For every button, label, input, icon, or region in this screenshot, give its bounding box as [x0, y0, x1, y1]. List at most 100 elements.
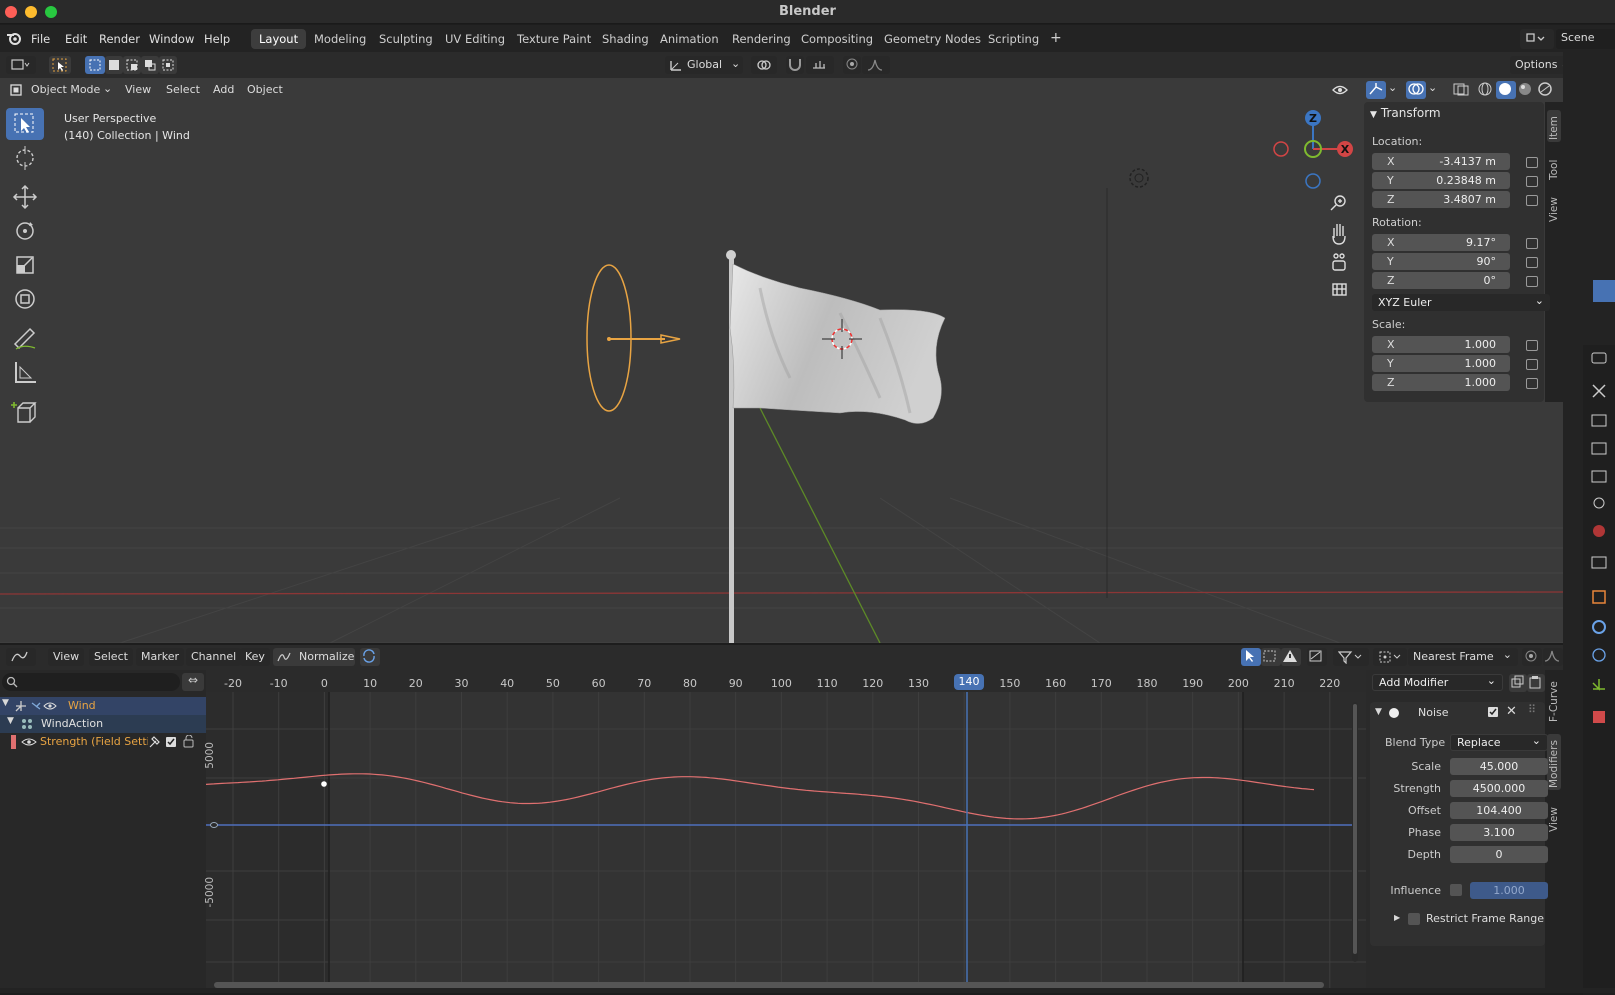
- editor-type-button[interactable]: [6, 56, 36, 74]
- show-hidden-toggle[interactable]: [1261, 648, 1281, 666]
- wrench-icon[interactable]: [1592, 384, 1606, 398]
- noise-depth-field[interactable]: 0: [1450, 846, 1548, 863]
- pivot-dropdown[interactable]: [1373, 648, 1407, 666]
- camera-view-icon[interactable]: [1332, 253, 1346, 271]
- render-icon[interactable]: [1591, 414, 1607, 427]
- viewport-menu-select[interactable]: Select: [161, 81, 205, 99]
- mode-intersect-button[interactable]: [159, 56, 177, 74]
- workspace-tab-texture-paint[interactable]: Texture Paint: [509, 29, 599, 49]
- location-x-field[interactable]: X -3.4137 m: [1372, 153, 1510, 170]
- lock-icon[interactable]: [1526, 340, 1538, 351]
- noise-strength-field[interactable]: 4500.000: [1450, 780, 1548, 797]
- channel-row-strength[interactable]: Strength (Field Settin: [0, 733, 206, 751]
- lock-icon[interactable]: [1526, 195, 1538, 206]
- overlays-dropdown[interactable]: ⌄: [1426, 81, 1440, 99]
- workspace-tab-modeling[interactable]: Modeling: [306, 29, 374, 49]
- channel-row-wind[interactable]: ▼ Wind: [0, 697, 206, 715]
- viewport-menu-view[interactable]: View: [120, 81, 157, 99]
- scale-z-field[interactable]: Z 1.000: [1372, 374, 1510, 391]
- workspace-tab-layout[interactable]: Layout: [251, 29, 307, 49]
- fcurve-noise[interactable]: [206, 773, 1315, 820]
- noise-phase-field[interactable]: 3.100: [1450, 824, 1548, 841]
- shading-wireframe-button[interactable]: [1476, 81, 1496, 99]
- current-frame-indicator[interactable]: 140: [954, 674, 984, 690]
- tool-transform[interactable]: [6, 283, 44, 315]
- modifier-toggle-icon[interactable]: [1388, 707, 1400, 719]
- channel-search-input[interactable]: [2, 673, 180, 691]
- scale-y-field[interactable]: Y 1.000: [1372, 355, 1510, 372]
- tool-measure[interactable]: [6, 356, 44, 388]
- scene-name-field[interactable]: Scene: [1556, 29, 1615, 49]
- graph-menu-key[interactable]: Key: [240, 648, 270, 666]
- collapse-arrow-icon[interactable]: ▼: [2, 698, 9, 708]
- collapse-arrow-icon[interactable]: ▼: [7, 716, 14, 726]
- tool-rotate[interactable]: [6, 215, 44, 247]
- noise-scale-field[interactable]: 45.000: [1450, 758, 1548, 775]
- tool-cursor[interactable]: [6, 142, 44, 174]
- add-modifier-dropdown[interactable]: Add Modifier ⌄: [1372, 674, 1503, 691]
- rotation-x-field[interactable]: X 9.17°: [1372, 234, 1510, 251]
- sidebar-tab-view[interactable]: View: [1547, 190, 1561, 224]
- lock-icon[interactable]: [1526, 378, 1538, 389]
- tool-props-icon[interactable]: [1591, 352, 1607, 364]
- sidebar-tab-fcurve[interactable]: F-Curve: [1547, 678, 1561, 724]
- channel-row-windaction[interactable]: ▼ WindAction: [0, 715, 206, 733]
- graph-menu-view[interactable]: View: [48, 648, 85, 666]
- copy-modifiers-button[interactable]: [1509, 674, 1527, 692]
- auto-normalize-toggle[interactable]: [360, 648, 380, 666]
- create-ghost-button[interactable]: [1307, 648, 1327, 666]
- viewport-menu-object[interactable]: Object: [242, 81, 288, 99]
- lock-icon[interactable]: [1526, 359, 1538, 370]
- ortho-grid-icon[interactable]: [1332, 283, 1347, 296]
- menu-edit[interactable]: Edit: [65, 32, 87, 46]
- scale-x-field[interactable]: X 1.000: [1372, 336, 1510, 353]
- falloff-dropdown[interactable]: [862, 56, 890, 74]
- blend-type-dropdown[interactable]: Replace ⌄: [1450, 734, 1548, 751]
- collapse-arrow-icon[interactable]: ▼: [1375, 707, 1382, 717]
- menu-help[interactable]: Help: [204, 32, 230, 46]
- wind-field-object[interactable]: [586, 264, 681, 412]
- eye-icon[interactable]: [21, 735, 37, 749]
- workspace-tab-uv-editing[interactable]: UV Editing: [437, 29, 513, 49]
- gizmo-neg-z-icon[interactable]: [1305, 173, 1321, 189]
- proportional-toggle[interactable]: [1522, 648, 1542, 666]
- rotation-mode-dropdown[interactable]: XYZ Euler ⌄: [1372, 294, 1550, 311]
- noise-offset-field[interactable]: 104.400: [1450, 802, 1548, 819]
- mode-extend-button[interactable]: [105, 56, 123, 74]
- add-workspace-button[interactable]: +: [1042, 27, 1070, 47]
- keyframe-point[interactable]: [321, 781, 327, 787]
- workspace-tab-animation[interactable]: Animation: [652, 29, 727, 49]
- normalize-toggle[interactable]: Normalize: [273, 648, 355, 666]
- workspace-tab-sculpting[interactable]: Sculpting: [371, 29, 441, 49]
- tool-scale[interactable]: [6, 249, 44, 281]
- navigation-gizmo[interactable]: Z X: [1273, 110, 1353, 189]
- texture-icon[interactable]: [1593, 711, 1605, 723]
- sidebar-tab-graph-view[interactable]: View: [1547, 800, 1561, 834]
- lock-icon[interactable]: [1526, 276, 1538, 287]
- snap-target-dropdown[interactable]: [806, 56, 834, 74]
- options-dropdown[interactable]: Options⌄: [1510, 56, 1570, 74]
- influence-checkbox[interactable]: [1450, 884, 1462, 896]
- workspace-tab-rendering[interactable]: Rendering: [724, 29, 799, 49]
- enable-checkbox[interactable]: [1487, 706, 1499, 718]
- gizmo-toggle[interactable]: [1366, 81, 1386, 99]
- shading-solid-button[interactable]: [1496, 81, 1516, 99]
- restrict-frame-range-checkbox[interactable]: [1408, 913, 1420, 925]
- zoom-icon[interactable]: [1330, 195, 1346, 211]
- only-errors-toggle[interactable]: [1281, 648, 1301, 666]
- snap-toggle[interactable]: [786, 56, 804, 74]
- graph-editor-type-button[interactable]: [6, 648, 36, 666]
- blender-logo-icon[interactable]: [6, 31, 22, 45]
- location-z-field[interactable]: Z 3.4807 m: [1372, 191, 1510, 208]
- menu-render[interactable]: Render: [99, 32, 140, 46]
- workspace-tab-geometry-nodes[interactable]: Geometry Nodes: [876, 29, 989, 49]
- proportional-edit-toggle[interactable]: [843, 56, 861, 74]
- constraint-icon[interactable]: [1592, 648, 1606, 662]
- snap-mode-dropdown[interactable]: Nearest Frame ⌄: [1408, 648, 1518, 666]
- shading-rendered-button[interactable]: [1536, 81, 1556, 99]
- menu-window[interactable]: Window: [149, 32, 194, 46]
- lock-icon[interactable]: [1526, 157, 1538, 168]
- graph-canvas[interactable]: -20 -10 0 10 20 30 40 50 60 70 80 90 100 110 120 130 150…: [204, 670, 1366, 993]
- overlays-toggle[interactable]: [1406, 81, 1426, 99]
- delete-modifier-icon[interactable]: ✕: [1506, 704, 1517, 719]
